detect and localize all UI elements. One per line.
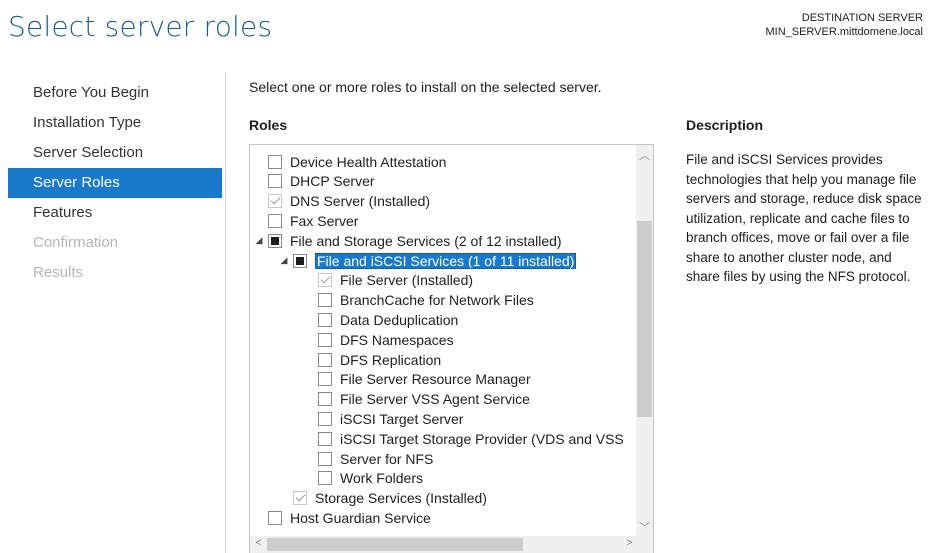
nav-item-before-you-begin[interactable]: Before You Begin (8, 78, 222, 108)
role-checkbox[interactable] (268, 233, 282, 248)
horizontal-scroll-thumb[interactable] (267, 538, 523, 551)
role-checkbox[interactable] (268, 510, 282, 525)
role-item-host-guardian-service[interactable]: Host Guardian Service (268, 508, 431, 527)
role-item-iscsi-target-server[interactable]: iSCSI Target Server (318, 409, 463, 428)
description-text: File and iSCSI Services provides technol… (686, 152, 922, 284)
role-checkbox[interactable] (293, 253, 307, 268)
role-label[interactable]: File Server (Installed) (340, 272, 473, 288)
role-item-work-folders[interactable]: Work Folders (318, 469, 423, 488)
wizard-nav: Before You Begin Installation Type Server … (8, 78, 222, 288)
role-item-data-deduplication[interactable]: Data Deduplication (318, 310, 458, 329)
role-label[interactable]: File and iSCSI Services (1 of 11 install… (315, 252, 577, 269)
role-label[interactable]: File Server Resource Manager (340, 371, 531, 387)
role-label[interactable]: Fax Server (290, 213, 358, 229)
instruction-text: Select one or more roles to install on t… (249, 79, 602, 95)
role-label[interactable]: Server for NFS (340, 451, 433, 467)
role-checkbox[interactable] (318, 352, 332, 367)
role-label[interactable]: iSCSI Target Server (340, 411, 463, 427)
nav-item-server-roles[interactable]: Server Roles (8, 168, 222, 198)
role-checkbox[interactable] (318, 312, 332, 327)
role-checkbox[interactable] (318, 293, 332, 308)
role-label[interactable]: Data Deduplication (340, 312, 458, 328)
role-checkbox[interactable] (318, 451, 332, 466)
role-item-dfs-namespaces[interactable]: DFS Namespaces (318, 330, 454, 349)
role-label[interactable]: DNS Server (Installed) (290, 193, 430, 209)
role-item-iscsi-target-storage-provider-vds-and-vss[interactable]: iSCSI Target Storage Provider (VDS and V… (318, 429, 624, 448)
role-item-dhcp-server[interactable]: DHCP Server (268, 172, 375, 191)
role-checkbox[interactable] (318, 332, 332, 347)
scroll-up-arrow-icon[interactable]: ︿ (636, 147, 653, 163)
role-checkbox[interactable] (268, 213, 282, 228)
expand-arrow-icon[interactable]: ◢ (254, 235, 264, 246)
role-item-server-for-nfs[interactable]: Server for NFS (318, 449, 433, 468)
role-item-branchcache-for-network-files[interactable]: BranchCache for Network Files (318, 291, 534, 310)
role-item-dns-server-installed[interactable]: DNS Server (Installed) (268, 192, 430, 211)
roles-heading: Roles (249, 117, 288, 133)
role-checkbox[interactable] (268, 194, 282, 209)
nav-item-server-selection[interactable]: Server Selection (8, 138, 222, 168)
role-item-file-server-installed[interactable]: File Server (Installed) (318, 271, 473, 290)
role-item-file-and-storage-services-2-of-12-installed[interactable]: ◢ File and Storage Services (2 of 12 inst… (254, 231, 562, 250)
page-title: Select server roles (8, 10, 273, 43)
role-label[interactable]: File Server VSS Agent Service (340, 391, 530, 407)
role-label[interactable]: File and Storage Services (2 of 12 insta… (290, 233, 562, 249)
role-checkbox[interactable] (268, 154, 282, 169)
role-checkbox[interactable] (318, 471, 332, 486)
role-label[interactable]: BranchCache for Network Files (340, 292, 534, 308)
role-checkbox[interactable] (268, 174, 282, 189)
role-label[interactable]: DHCP Server (290, 173, 375, 189)
role-checkbox[interactable] (318, 392, 332, 407)
role-label[interactable]: DFS Replication (340, 352, 441, 368)
role-item-file-and-iscsi-services-1-of-11-installed[interactable]: ◢ File and iSCSI Services (1 of 11 instal… (279, 251, 577, 270)
role-label[interactable]: Storage Services (Installed) (315, 490, 487, 506)
nav-item-features[interactable]: Features (8, 198, 222, 228)
scroll-left-arrow-icon[interactable]: < (250, 537, 267, 549)
nav-item-results: Results (33, 264, 84, 281)
role-item-file-server-vss-agent-service[interactable]: File Server VSS Agent Service (318, 390, 530, 409)
destination-server-name: MIN_SERVER.mittdomene.local (765, 26, 923, 38)
role-checkbox[interactable] (293, 491, 307, 506)
role-label[interactable]: DFS Namespaces (340, 332, 454, 348)
roles-tree[interactable]: ︿ ﹀ < > Device Health Attestation DHCP Se… (249, 144, 654, 553)
scroll-corner (636, 536, 653, 553)
role-item-file-server-resource-manager[interactable]: File Server Resource Manager (318, 370, 531, 389)
horizontal-scrollbar[interactable]: < > (250, 536, 638, 553)
role-checkbox[interactable] (318, 431, 332, 446)
role-item-dfs-replication[interactable]: DFS Replication (318, 350, 441, 369)
vertical-scroll-thumb[interactable] (637, 221, 652, 417)
description-heading: Description (686, 117, 764, 133)
role-label[interactable]: Device Health Attestation (290, 154, 446, 170)
role-item-device-health-attestation[interactable]: Device Health Attestation (268, 152, 446, 171)
scroll-down-arrow-icon[interactable]: ﹀ (636, 519, 653, 535)
destination-label: DESTINATION SERVER (801, 12, 923, 24)
role-item-fax-server[interactable]: Fax Server (268, 211, 358, 230)
vertical-scrollbar[interactable]: ︿ ﹀ (636, 145, 653, 537)
role-label[interactable]: Host Guardian Service (290, 510, 431, 526)
nav-item-confirmation: Confirmation (33, 234, 119, 251)
role-checkbox[interactable] (318, 273, 332, 288)
nav-item-installation-type[interactable]: Installation Type (8, 108, 222, 138)
role-label[interactable]: iSCSI Target Storage Provider (VDS and V… (340, 431, 624, 447)
role-checkbox[interactable] (318, 372, 332, 387)
role-label[interactable]: Work Folders (340, 470, 423, 486)
role-item-storage-services-installed[interactable]: Storage Services (Installed) (293, 489, 487, 508)
destination-server-info: DESTINATION SERVER MIN_SERVER.mittdomene… (765, 11, 923, 39)
nav-divider (225, 72, 226, 553)
expand-arrow-icon[interactable]: ◢ (279, 255, 289, 266)
role-checkbox[interactable] (318, 411, 332, 426)
